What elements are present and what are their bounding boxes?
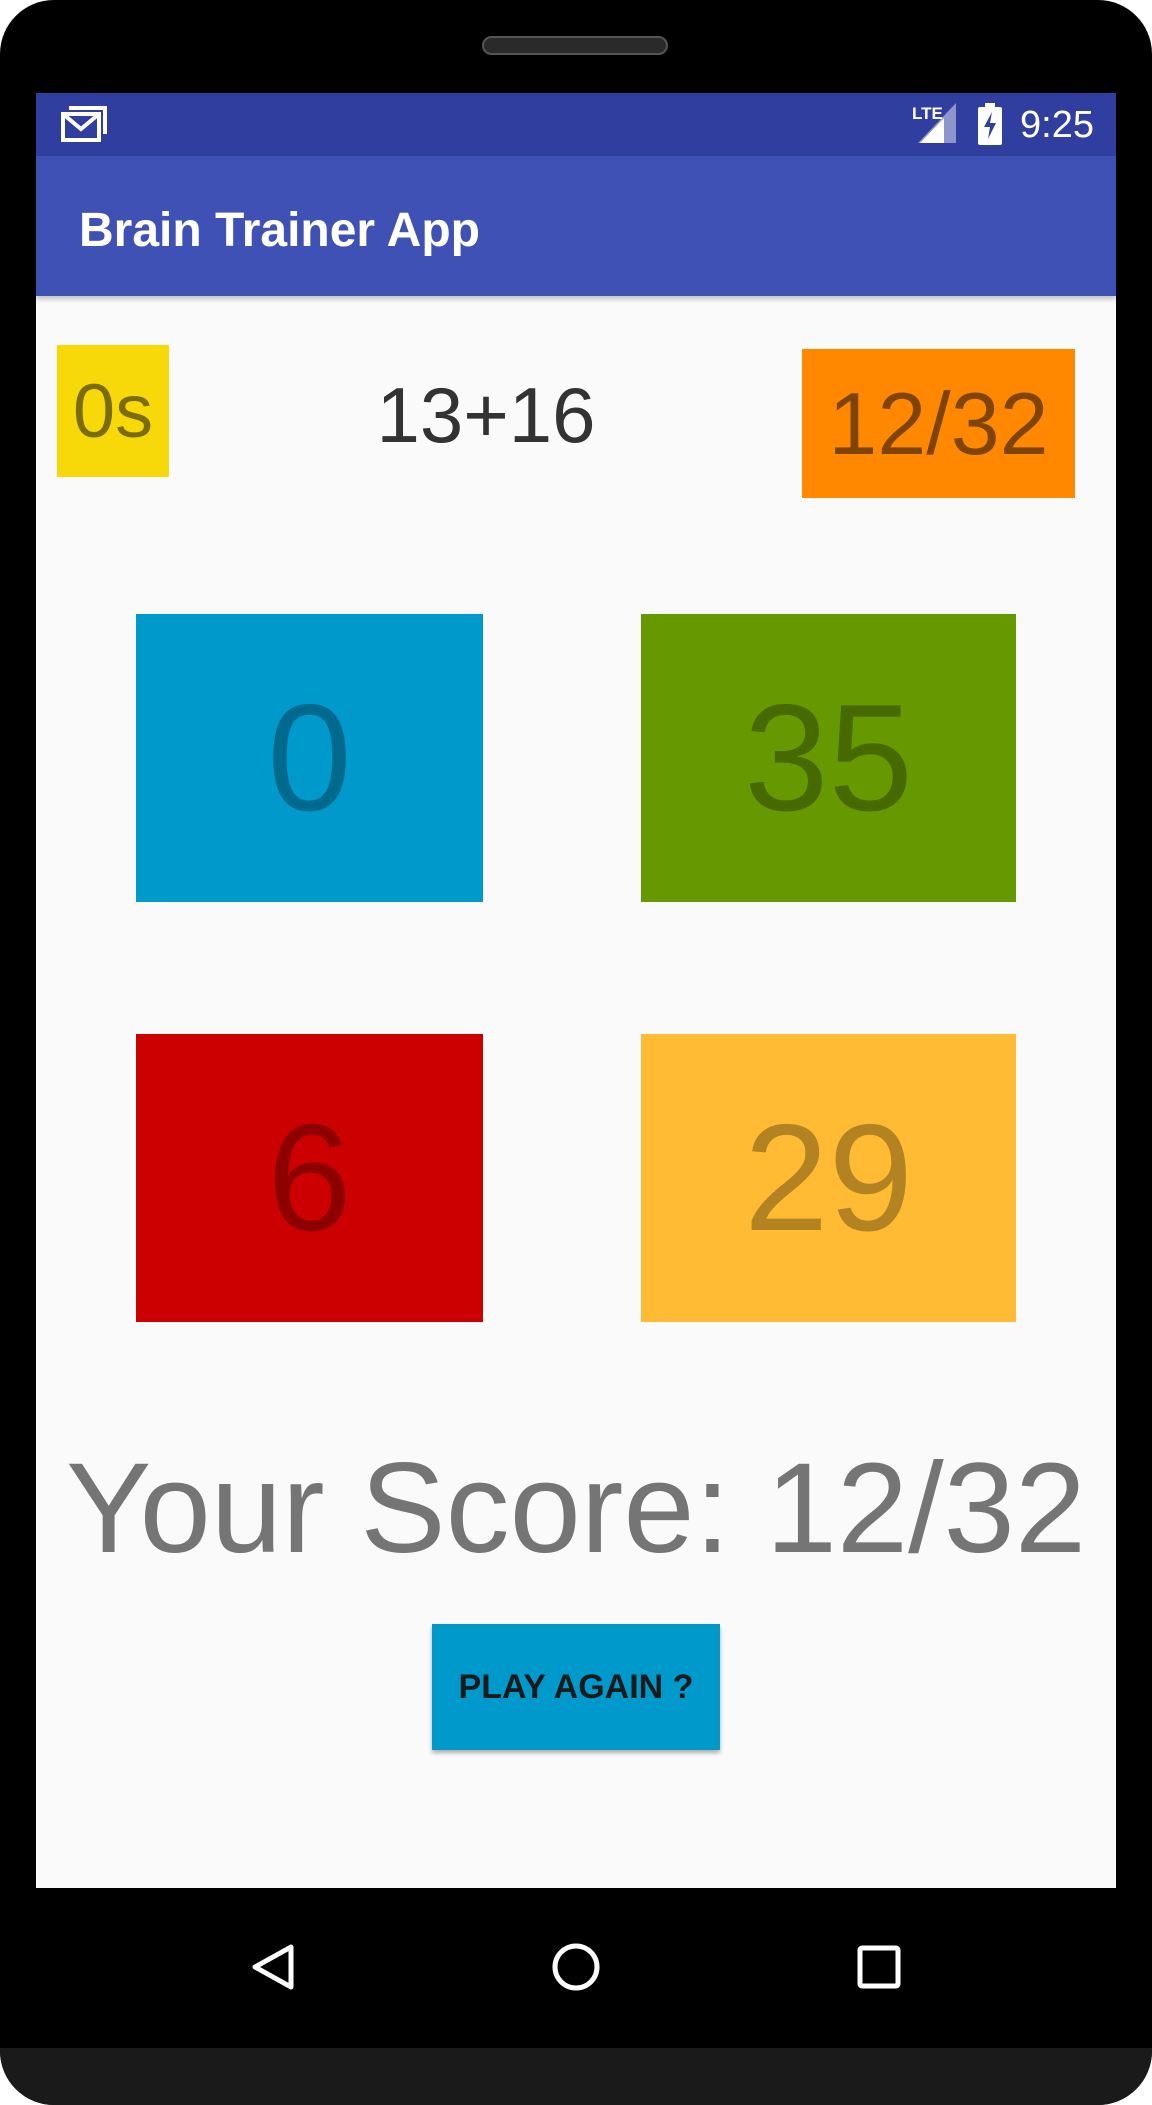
speaker-grille <box>482 36 668 55</box>
phone-frame: LTE 9:25 Brain Trainer App 0s 13+16 12/3… <box>0 0 1152 2105</box>
navigation-bar <box>0 1888 1152 2048</box>
back-button[interactable] <box>228 1922 318 2012</box>
mail-icon <box>61 106 107 142</box>
status-bar: LTE 9:25 <box>36 93 1116 156</box>
result-text: Your Score: 12/32 <box>66 1436 1086 1580</box>
screen: LTE 9:25 Brain Trainer App 0s 13+16 12/3… <box>36 93 1116 1888</box>
app-title: Brain Trainer App <box>79 204 480 257</box>
answer-button-1[interactable]: 35 <box>641 614 1016 902</box>
recents-button[interactable] <box>834 1922 924 2012</box>
score-display: 12/32 <box>802 349 1075 498</box>
bottom-bezel <box>0 2048 1152 2105</box>
home-button[interactable] <box>531 1922 621 2012</box>
answer-button-2[interactable]: 6 <box>136 1034 483 1322</box>
app-bar: Brain Trainer App <box>36 156 1116 296</box>
battery-charging-icon <box>978 103 1002 145</box>
answer-button-0[interactable]: 0 <box>136 614 483 902</box>
lte-signal-icon: LTE <box>912 103 956 143</box>
answer-button-3[interactable]: 29 <box>641 1034 1016 1322</box>
timer-display: 0s <box>57 345 169 477</box>
home-icon <box>552 1943 600 1991</box>
back-icon <box>252 1944 294 1990</box>
question-text: 13+16 <box>376 370 596 459</box>
play-again-button[interactable]: PLAY AGAIN ? <box>432 1624 720 1750</box>
lte-label: LTE <box>912 104 943 123</box>
status-time: 9:25 <box>1020 104 1094 146</box>
recents-icon <box>857 1945 901 1989</box>
